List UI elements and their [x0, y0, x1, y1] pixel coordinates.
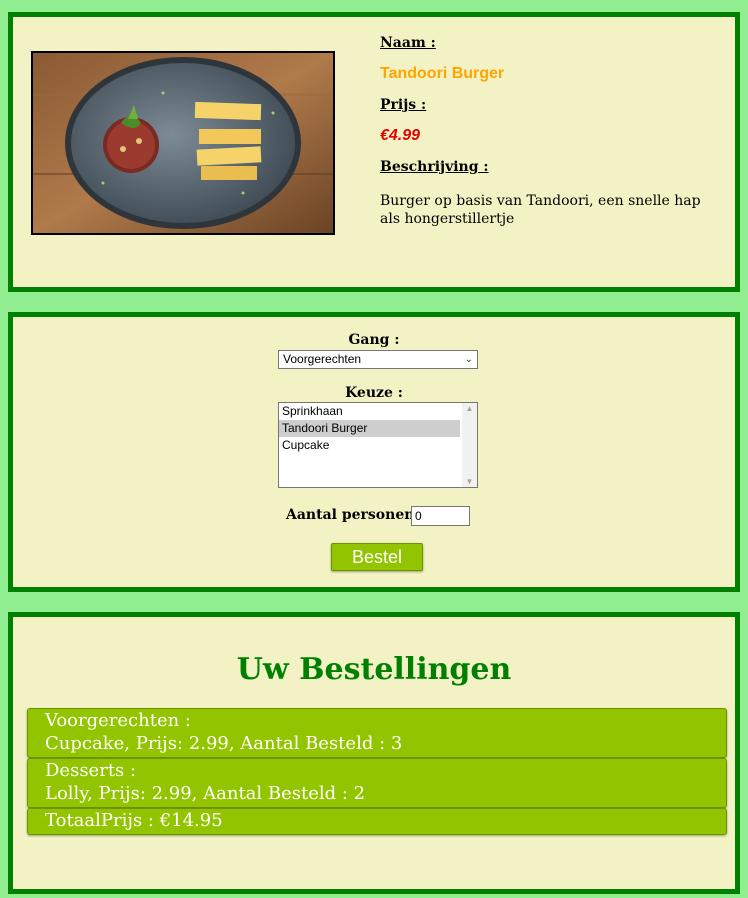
chevron-down-icon: ⌄ — [464, 354, 473, 365]
choice-listbox[interactable]: Sprinkhaan Tandoori Burger Cupcake ▲ ▼ — [278, 402, 478, 488]
quantity-input[interactable]: 0 — [411, 506, 470, 526]
choice-option[interactable]: Sprinkhaan — [279, 403, 460, 420]
orders-title: Uw Bestellingen — [236, 652, 512, 687]
product-panel: Naam : Tandoori Burger Prijs : €4.99 Bes… — [8, 12, 740, 292]
order-item: Desserts : Lolly, Prijs: 2.99, Aantal Be… — [27, 758, 727, 808]
product-info: Naam : Tandoori Burger Prijs : €4.99 Bes… — [380, 35, 725, 228]
product-name: Tandoori Burger — [380, 65, 505, 82]
name-label: Naam : — [380, 35, 436, 51]
order-item: Voorgerechten : Cupcake, Prijs: 2.99, Aa… — [27, 708, 727, 758]
order-form-panel: Gang : Voorgerechten ⌄ Keuze : Sprinkhaa… — [8, 312, 740, 592]
total-price: TotaalPrijs : €14.95 — [45, 810, 223, 831]
orders-panel: Uw Bestellingen Voorgerechten : Cupcake,… — [8, 612, 740, 894]
course-label: Gang : — [348, 332, 400, 348]
choice-option[interactable]: Cupcake — [279, 437, 460, 454]
order-course: Voorgerechten : — [45, 710, 191, 731]
order-total: TotaalPrijs : €14.95 — [27, 808, 727, 835]
order-button[interactable]: Bestel — [331, 543, 423, 571]
product-price: €4.99 — [380, 127, 421, 144]
choice-option-selected[interactable]: Tandoori Burger — [279, 420, 460, 437]
product-description: Burger op basis van Tandoori, een snelle… — [380, 193, 701, 227]
listbox-scrollbar[interactable]: ▲ ▼ — [462, 403, 477, 487]
description-label: Beschrijving : — [380, 159, 489, 175]
dish-photo — [31, 51, 335, 235]
scroll-up-icon[interactable]: ▲ — [462, 404, 477, 413]
order-detail: Cupcake, Prijs: 2.99, Aantal Besteld : 3 — [45, 733, 403, 754]
price-label: Prijs : — [380, 97, 427, 113]
order-course: Desserts : — [45, 760, 137, 781]
scroll-down-icon[interactable]: ▼ — [462, 477, 477, 486]
course-select[interactable]: Voorgerechten ⌄ — [278, 350, 478, 369]
choice-label: Keuze : — [345, 385, 403, 401]
course-selected-value: Voorgerechten — [283, 352, 362, 366]
quantity-label: Aantal personen : — [286, 507, 425, 523]
order-detail: Lolly, Prijs: 2.99, Aantal Besteld : 2 — [45, 783, 366, 804]
